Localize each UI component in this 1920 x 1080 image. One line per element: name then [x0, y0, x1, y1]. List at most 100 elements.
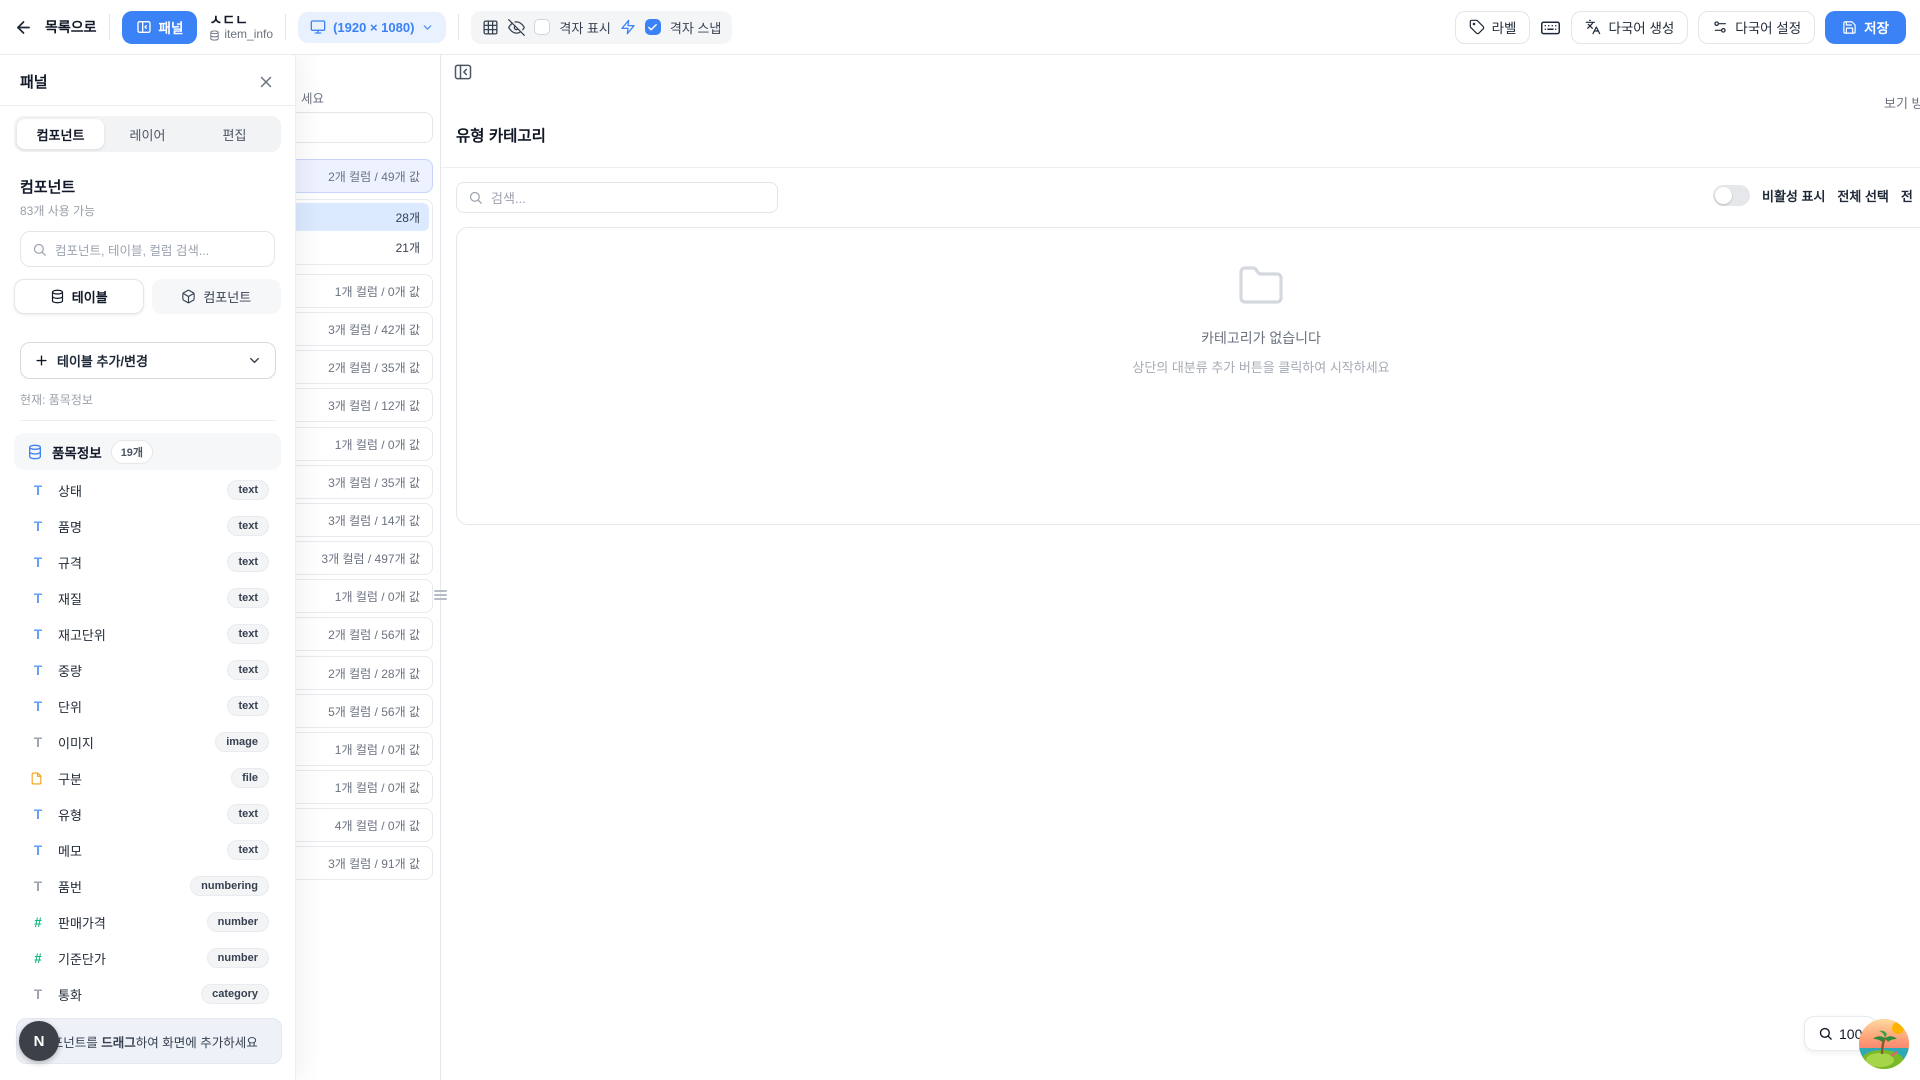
- field-type-icon: #: [30, 915, 46, 930]
- panel-icon: [136, 19, 152, 35]
- select-all-button[interactable]: 전체 선택: [1837, 186, 1888, 205]
- field-type-badge: image: [215, 732, 269, 752]
- column-divider: [440, 55, 441, 1080]
- category-search-input[interactable]: 검색...: [456, 182, 778, 213]
- divider: [285, 14, 286, 40]
- field-row[interactable]: T이미지image: [0, 724, 295, 760]
- field-type-icon: T: [30, 807, 46, 822]
- chevron-down-icon: [421, 21, 434, 34]
- field-row[interactable]: T중량text: [0, 652, 295, 688]
- inactive-toggle[interactable]: [1713, 185, 1750, 206]
- section-title: 유형 카테고리: [456, 124, 546, 146]
- field-type-badge: number: [207, 912, 269, 932]
- field-type-badge: text: [227, 516, 269, 536]
- empty-state-subtitle: 상단의 대분류 추가 버튼을 클릭하여 시작하세요: [1132, 357, 1389, 376]
- table-name: 품목정보: [52, 442, 102, 462]
- add-table-button[interactable]: 테이블 추가/변경: [20, 342, 276, 379]
- panel-toggle-button[interactable]: 패널: [122, 11, 198, 44]
- field-row[interactable]: T단위text: [0, 688, 295, 724]
- plus-icon: [34, 353, 49, 368]
- field-row[interactable]: #판매가격number: [0, 904, 295, 940]
- field-row[interactable]: T재고단위text: [0, 616, 295, 652]
- display-size-value: (1920 × 1080): [333, 20, 414, 35]
- field-row[interactable]: T규격text: [0, 544, 295, 580]
- top-toolbar: 목록으로 패널 ㅅㄷㄴ item_info (1920 × 1080): [0, 0, 1920, 55]
- empty-state-card: 카테고리가 없습니다 상단의 대분류 추가 버튼을 클릭하여 시작하세요: [456, 227, 1920, 525]
- field-row[interactable]: T메모text: [0, 832, 295, 868]
- field-row[interactable]: T 유형 text: [0, 796, 295, 832]
- magnifier-icon: [1818, 1026, 1833, 1041]
- field-type-icon: T: [30, 483, 46, 498]
- current-table-label: 현재: 품목정보: [20, 391, 275, 408]
- document-title-block: ㅅㄷㄴ item_info: [209, 12, 273, 42]
- field-row[interactable]: T품번numbering: [0, 868, 295, 904]
- field-name: 이미지: [58, 733, 94, 752]
- field-type-badge: category: [201, 984, 269, 1004]
- page-title: ㅅㄷㄴ: [209, 12, 273, 28]
- save-icon: [1842, 20, 1857, 35]
- field-row[interactable]: 구분file: [0, 760, 295, 796]
- field-type-icon: T: [30, 519, 46, 534]
- field-name: 품번: [58, 877, 82, 896]
- field-name: 기준단가: [58, 949, 106, 968]
- monitor-icon: [310, 19, 326, 35]
- clipped-instruction-text: 세요: [301, 88, 324, 107]
- display-size-selector[interactable]: (1920 × 1080): [298, 12, 446, 43]
- field-type-badge: text: [227, 804, 269, 824]
- database-icon: [209, 30, 220, 41]
- collapse-sidebar-icon[interactable]: [453, 62, 473, 82]
- mode-table-button[interactable]: 테이블: [14, 279, 144, 314]
- field-row[interactable]: T상태text: [0, 472, 295, 508]
- field-row[interactable]: T통화category: [0, 976, 295, 1012]
- components-heading: 컴포넌트: [20, 176, 275, 197]
- i18n-settings-button[interactable]: 다국어 설정: [1698, 11, 1815, 44]
- field-type-icon: T: [30, 591, 46, 606]
- components-count: 83개 사용 가능: [20, 202, 275, 219]
- field-row[interactable]: T 품명 text: [0, 508, 295, 544]
- eye-off-icon[interactable]: [508, 19, 525, 36]
- save-button[interactable]: 저장: [1825, 11, 1906, 44]
- tab-components[interactable]: 컴포넌트: [17, 119, 104, 149]
- field-count-badge: 19개: [111, 440, 153, 464]
- mode-component-button[interactable]: 컴포넌트: [152, 279, 282, 314]
- field-name: 중량: [58, 661, 82, 680]
- grid-show-checkbox[interactable]: [534, 19, 550, 35]
- deselect-truncated-button[interactable]: 전: [1901, 186, 1913, 205]
- view-mode-label[interactable]: 보기 방식: [1884, 93, 1920, 112]
- tab-edit[interactable]: 편집: [191, 119, 278, 149]
- field-type-badge: text: [227, 696, 269, 716]
- field-type-badge: file: [231, 768, 269, 788]
- label-button[interactable]: 라벨: [1455, 11, 1531, 44]
- i18n-generate-button[interactable]: 다국어 생성: [1571, 11, 1688, 44]
- field-type-badge: text: [227, 552, 269, 572]
- island-avatar: [1858, 1018, 1910, 1070]
- resize-grip-handle[interactable]: [434, 586, 447, 604]
- keyboard-icon[interactable]: [1540, 17, 1561, 38]
- field-row[interactable]: #기준단가number: [0, 940, 295, 976]
- grid-snap-checkbox[interactable]: [645, 19, 661, 35]
- panel-search-input[interactable]: 컴포넌트, 테이블, 컬럼 검색...: [20, 231, 275, 267]
- field-name: 통화: [58, 985, 82, 1004]
- field-name: 품명: [58, 517, 82, 536]
- grid-snap-label: 격자 스냅: [670, 18, 721, 37]
- back-arrow-icon[interactable]: [14, 18, 33, 37]
- field-type-icon: T: [30, 843, 46, 858]
- panel-tabs: 컴포넌트 레이어 편집: [14, 116, 281, 152]
- search-icon: [32, 242, 47, 257]
- field-name: 유형: [58, 805, 82, 824]
- field-type-icon: T: [30, 879, 46, 894]
- folder-icon: [1237, 262, 1285, 310]
- components-panel: 패널 컴포넌트 레이어 편집 컴포넌트 83개 사용 가능 컴포넌트, 테이블,…: [0, 55, 296, 1080]
- field-name: 단위: [58, 697, 82, 716]
- field-row[interactable]: T재질text: [0, 580, 295, 616]
- grid-icon[interactable]: [482, 19, 499, 36]
- settings-sliders-icon: [1712, 19, 1728, 35]
- back-to-list-label[interactable]: 목록으로: [45, 17, 97, 37]
- field-type-badge: number: [207, 948, 269, 968]
- tab-layers[interactable]: 레이어: [104, 119, 191, 149]
- zap-icon[interactable]: [620, 19, 636, 35]
- table-group-header[interactable]: 품목정보 19개: [14, 433, 281, 470]
- tag-icon: [1469, 19, 1485, 35]
- empty-state-title: 카테고리가 없습니다: [1201, 328, 1321, 348]
- close-icon[interactable]: [257, 73, 275, 91]
